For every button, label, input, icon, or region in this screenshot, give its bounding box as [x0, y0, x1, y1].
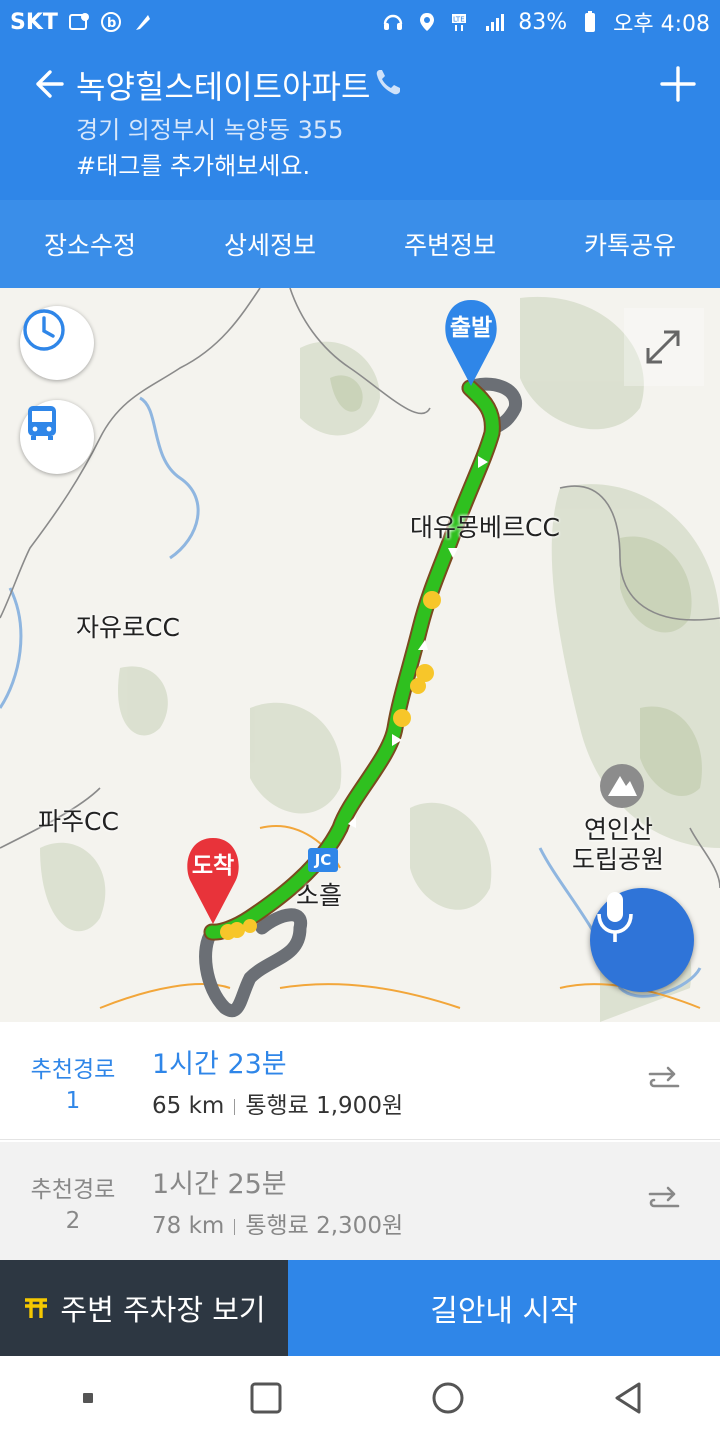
route-name: 추천경로: [30, 1177, 116, 1203]
system-nav-bar: [0, 1356, 720, 1440]
recent-apps-icon[interactable]: [248, 1380, 284, 1416]
phone-icon[interactable]: [372, 66, 406, 100]
svg-text:LTE: LTE: [453, 16, 465, 24]
status-bar: SKT b LTE 83% 오후 4:08: [0, 0, 720, 44]
microphone-icon: [597, 892, 633, 942]
time-history-button[interactable]: [20, 306, 94, 380]
svg-text:b: b: [107, 16, 116, 31]
voice-search-button[interactable]: [590, 888, 694, 992]
route-distance: 65 km: [152, 1093, 225, 1119]
destination-pin[interactable]: 도착: [183, 834, 243, 926]
route-details: 65 km 통행료 1,900원: [152, 1086, 403, 1120]
route-number: 2: [65, 1208, 81, 1234]
map-label-provincial-park: 도립공원: [572, 845, 665, 874]
bus-icon: [28, 406, 56, 440]
start-pin-label: 출발: [449, 315, 493, 341]
route-number: 1: [65, 1088, 81, 1114]
route-option-1[interactable]: 추천경로 1 1시간 23분 65 km 통행료 1,900원: [0, 1022, 720, 1140]
location-icon: [420, 13, 435, 31]
route-options-sheet: 추천경로 1 1시간 23분 65 km 통행료 1,900원 추천경로 2 1시…: [0, 1022, 720, 1260]
clock-icon: [23, 309, 65, 351]
tab-details[interactable]: 상세정보: [180, 200, 360, 288]
map-label-daeyu-cc: 대유몽베르CC: [410, 513, 560, 542]
route-toll: 통행료 1,900원: [245, 1093, 404, 1119]
separator: [234, 1098, 236, 1115]
notification-icon: [68, 13, 89, 30]
route-distance: 78 km: [152, 1213, 225, 1239]
route-name: 추천경로: [30, 1057, 116, 1083]
tab-nearby[interactable]: 주변정보: [360, 200, 540, 288]
app-feather-icon: [135, 15, 150, 30]
destination-pin-label: 도착: [191, 853, 235, 879]
tab-kakaotalk-share[interactable]: 카톡공유: [540, 200, 720, 288]
place-header: 녹양힐스테이트아파트 경기 의정부시 녹양동 355 #태그를 추가해보세요.: [0, 44, 720, 200]
start-navigation-button[interactable]: 길안내 시작: [288, 1260, 720, 1356]
app-b-icon: b: [100, 12, 121, 32]
nearby-parking-button[interactable]: 주변 주차장 보기: [0, 1260, 288, 1356]
place-address: 경기 의정부시 녹양동 355: [76, 116, 344, 144]
lte-icon: LTE: [452, 14, 467, 31]
headset-icon: [384, 14, 403, 30]
route-details: 78 km 통행료 2,300원: [152, 1206, 403, 1240]
expand-map-icon[interactable]: [624, 308, 704, 386]
separator: [234, 1218, 236, 1235]
map-label-jayuro-cc: 자유로CC: [76, 613, 180, 642]
back-arrow-icon[interactable]: [28, 64, 68, 104]
parking-t-icon: [25, 1298, 48, 1318]
map-label-soheul: 소흘: [296, 881, 343, 910]
place-title: 녹양힐스테이트아파트: [76, 68, 371, 106]
signal-icon: [486, 14, 505, 31]
home-icon[interactable]: [430, 1380, 466, 1416]
junction-badge: JC: [308, 848, 338, 872]
battery-icon: [585, 11, 596, 32]
carrier-label: SKT: [10, 9, 58, 35]
route-duration: 1시간 25분: [152, 1169, 287, 1200]
start-pin[interactable]: 출발: [441, 296, 501, 388]
battery-percent: 83%: [518, 9, 568, 35]
route-option-2[interactable]: 추천경로 2 1시간 25분 78 km 통행료 2,300원: [0, 1142, 720, 1260]
public-transit-button[interactable]: [20, 400, 94, 474]
nearby-parking-label: 주변 주차장 보기: [60, 1293, 266, 1327]
place-tabs: 장소수정 상세정보 주변정보 카톡공유: [0, 200, 720, 288]
route-duration: 1시간 23분: [152, 1049, 287, 1080]
route-map[interactable]: 대유몽베르CC 자유로CC 파주CC 연인산 도립공원 소흘 JC 출발 도착: [0, 288, 720, 1022]
back-icon[interactable]: [611, 1380, 647, 1416]
tag-prompt[interactable]: #태그를 추가해보세요.: [76, 146, 310, 181]
route-switch-icon[interactable]: [646, 1182, 682, 1218]
add-icon[interactable]: [656, 62, 700, 106]
tab-edit-place[interactable]: 장소수정: [0, 200, 180, 288]
route-switch-icon[interactable]: [646, 1062, 682, 1098]
clock: 오후 4:08: [613, 12, 710, 37]
map-label-paju-cc: 파주CC: [38, 807, 119, 836]
route-toll: 통행료 2,300원: [245, 1213, 404, 1239]
menu-dot-icon[interactable]: [73, 1383, 103, 1413]
